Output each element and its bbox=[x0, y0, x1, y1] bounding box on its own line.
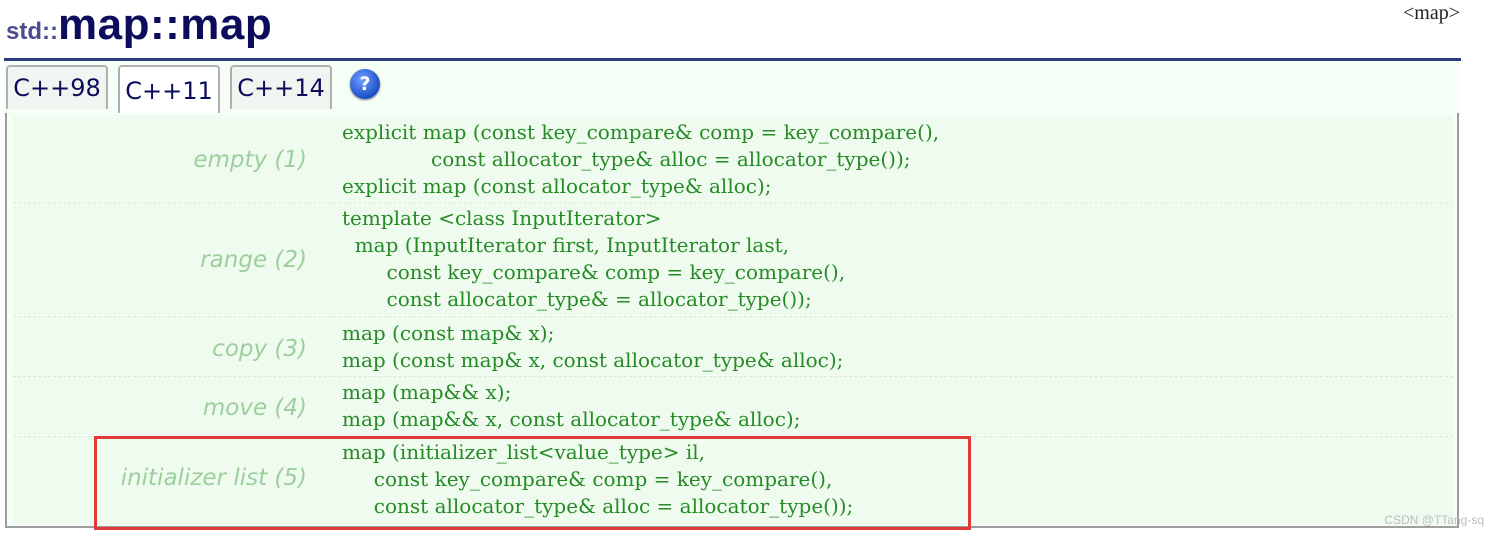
title-name: map::map bbox=[57, 0, 273, 49]
overload-row-move: move (4) map (map&& x); map (map&& x, co… bbox=[13, 377, 1453, 435]
overload-row-range: range (2) template <class InputIterator>… bbox=[13, 203, 1453, 315]
overload-label: move (4) bbox=[202, 395, 307, 421]
help-icon[interactable]: ? bbox=[350, 69, 380, 99]
header-file-link[interactable]: <map> bbox=[1403, 2, 1460, 25]
tab-cpp14[interactable]: C++14 bbox=[230, 65, 332, 109]
watermark: CSDN @TTang-sq bbox=[1384, 513, 1484, 527]
overload-code: template <class InputIterator> map (Inpu… bbox=[342, 206, 846, 311]
title-namespace: std:: bbox=[6, 18, 58, 45]
overload-row-empty: empty (1) explicit map (const key_compar… bbox=[13, 115, 1453, 201]
highlight-box bbox=[94, 436, 971, 530]
overload-code: map (map&& x); map (map&& x, const alloc… bbox=[342, 380, 801, 431]
version-tabbar: C++98 C++11 C++14 ? bbox=[4, 61, 1460, 114]
overload-label: copy (3) bbox=[212, 336, 307, 362]
overload-code: map (const map& x); map (const map& x, c… bbox=[342, 321, 844, 372]
overload-label: range (2) bbox=[200, 247, 307, 273]
overload-row-copy: copy (3) map (const map& x); map (const … bbox=[13, 317, 1453, 375]
tab-cpp98[interactable]: C++98 bbox=[6, 65, 108, 109]
page-title: std:: map::map bbox=[6, 0, 272, 58]
tab-cpp11[interactable]: C++11 bbox=[118, 65, 220, 114]
overload-code: explicit map (const key_compare& comp = … bbox=[342, 120, 940, 198]
overload-label: empty (1) bbox=[193, 147, 307, 173]
